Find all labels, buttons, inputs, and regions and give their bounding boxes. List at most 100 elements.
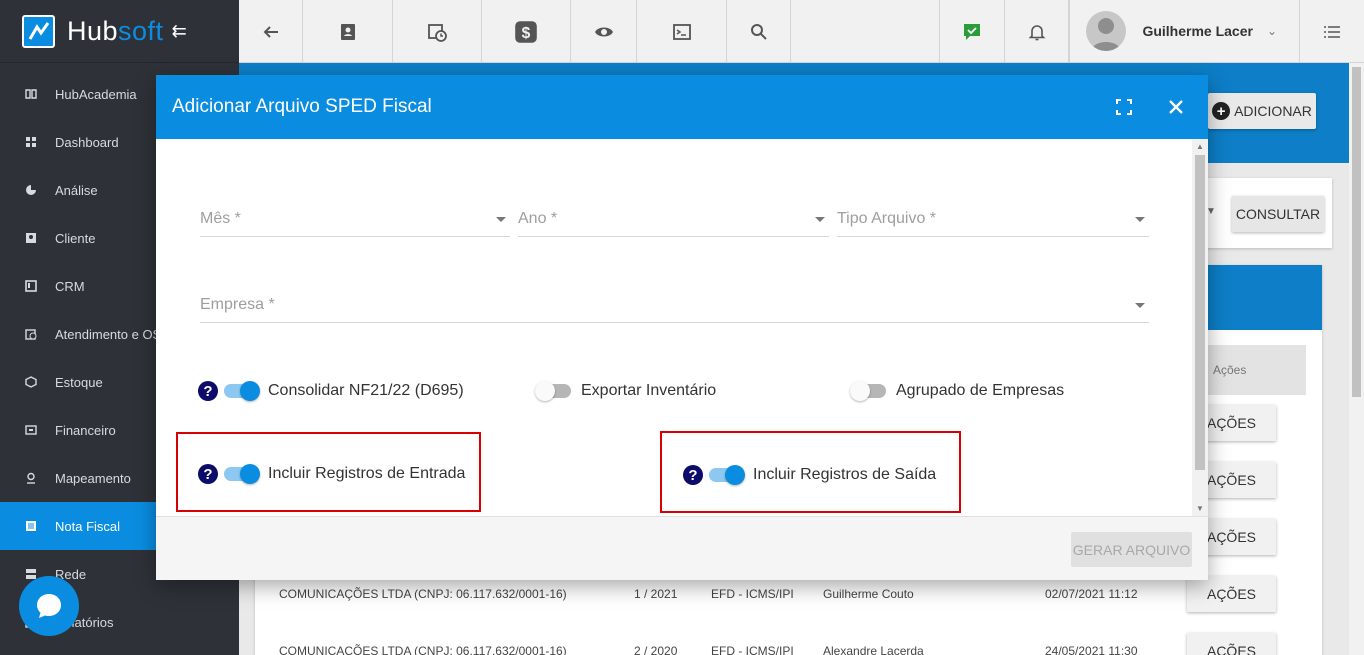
dialog-body: Mês * Ano * Tipo Arquivo * Empresa * ? C… (156, 139, 1208, 516)
saida-label: Incluir Registros de Saída (753, 466, 937, 483)
entrada-label: Incluir Registros de Entrada (268, 465, 466, 482)
consolidar-switch[interactable] (222, 381, 260, 401)
bell-icon (1028, 24, 1046, 40)
sidebar-item-label: Análise (55, 182, 98, 198)
tipo-arquivo-label: Tipo Arquivo * (837, 210, 937, 227)
plus-icon: + (1212, 102, 1231, 120)
sidebar-item-label: CRM (55, 278, 85, 294)
dialog-header: Adicionar Arquivo SPED Fiscal (156, 75, 1208, 139)
caret-down-icon (815, 217, 825, 222)
search-icon (750, 23, 767, 40)
inventario-switch[interactable] (535, 381, 573, 401)
consolidar-toggle-row: ? Consolidar NF21/22 (D695) (198, 381, 464, 401)
page-scrollbar[interactable] (1349, 63, 1364, 655)
chat-check-button[interactable] (939, 0, 1006, 63)
sidebar-item-label: HubAcademia (55, 86, 137, 102)
close-icon (1169, 100, 1183, 114)
add-button[interactable]: + ADICIONAR (1208, 93, 1316, 129)
map-pin-icon (25, 472, 37, 484)
dialog-scrollbar-thumb[interactable] (1195, 155, 1205, 470)
gerar-arquivo-button[interactable]: GERAR ARQUIVO (1071, 532, 1192, 567)
acoes-button[interactable]: AÇÕES (1187, 576, 1276, 612)
avatar (1086, 11, 1127, 51)
dialog-title: Adicionar Arquivo SPED Fiscal (172, 96, 432, 117)
user-name: Guilherme Lacer (1142, 23, 1253, 39)
agrupado-switch[interactable] (850, 381, 888, 401)
finance-button[interactable]: $ (482, 0, 571, 63)
sidebar-item-label: Dashboard (55, 134, 119, 150)
sidebar-item-label: Financeiro (55, 422, 116, 438)
logo-area: Hubsoft ⇇ (0, 0, 239, 63)
search-button[interactable] (727, 0, 791, 63)
chevron-down-icon: ⌄ (1266, 24, 1277, 38)
view-button[interactable] (571, 0, 637, 63)
agrupado-toggle-row: Agrupado de Empresas (850, 381, 1064, 401)
chat-check-icon (964, 23, 981, 40)
back-button[interactable] (239, 0, 303, 63)
mes-label: Mês * (200, 210, 241, 227)
sidebar-item-label: Atendimento e OS (55, 326, 162, 342)
dollar-icon: $ (515, 20, 537, 43)
dialog-scrollbar[interactable]: ▲ ▼ (1192, 139, 1208, 516)
agrupado-label: Agrupado de Empresas (896, 382, 1065, 399)
help-icon[interactable]: ? (198, 464, 218, 484)
eye-icon (594, 27, 613, 36)
sped-dialog: Adicionar Arquivo SPED Fiscal Mês * Ano … (156, 75, 1208, 580)
support-chat-button[interactable] (19, 576, 79, 636)
mes-select[interactable]: Mês * (200, 207, 510, 237)
saida-toggle-row: ? Incluir Registros de Saída (683, 465, 936, 485)
tipo-arquivo-select[interactable]: Tipo Arquivo * (837, 207, 1149, 237)
scroll-down-icon[interactable]: ▼ (1196, 504, 1204, 513)
id-card-icon (25, 232, 37, 244)
inventario-toggle-row: Exportar Inventário (535, 381, 716, 401)
ano-label: Ano * (518, 210, 558, 227)
calendar-clock-icon (428, 23, 447, 42)
entrada-switch[interactable] (222, 464, 260, 484)
help-icon[interactable]: ? (683, 465, 703, 485)
pie-chart-icon (25, 184, 37, 196)
inventario-label: Exportar Inventário (581, 382, 717, 399)
hubsoft-logo-icon (22, 14, 55, 48)
sidebar-item-label: Mapeamento (55, 470, 131, 486)
empresa-select[interactable]: Empresa * (200, 293, 1149, 323)
page-scrollbar-thumb[interactable] (1352, 67, 1361, 397)
schedule-button[interactable] (393, 0, 482, 63)
fullscreen-icon (1116, 99, 1132, 115)
fullscreen-button[interactable] (1098, 75, 1150, 139)
list-menu-button[interactable] (1300, 0, 1364, 63)
chat-bubble-icon (37, 594, 61, 618)
clock-calendar-icon (25, 328, 37, 340)
list-icon (1324, 25, 1340, 38)
ano-select[interactable]: Ano * (518, 207, 829, 237)
contact-button[interactable] (303, 0, 393, 63)
box-icon (25, 376, 37, 388)
close-button[interactable] (1150, 75, 1202, 139)
book-icon (25, 88, 37, 100)
notifications-button[interactable] (1005, 0, 1070, 63)
logo-text: Hubsoft (67, 15, 164, 46)
acoes-column-header: Ações (1195, 345, 1306, 395)
help-icon[interactable]: ? (198, 381, 218, 401)
sidebar-item-label: Estoque (55, 374, 103, 390)
acoes-button[interactable]: AÇÕES (1187, 633, 1276, 655)
money-icon (25, 424, 37, 436)
back-arrow-icon (263, 25, 278, 38)
sidebar-item-label: Nota Fiscal (55, 518, 121, 534)
collapse-sidebar-icon[interactable]: ⇇ (172, 21, 187, 42)
user-menu[interactable]: Guilherme Lacer ⌄ (1069, 0, 1300, 62)
saida-switch[interactable] (707, 465, 745, 485)
consultar-button[interactable]: CONSULTAR (1232, 196, 1324, 232)
caret-down-icon (1135, 303, 1145, 308)
caret-down-icon (1135, 217, 1145, 222)
board-icon (25, 280, 37, 292)
terminal-button[interactable] (637, 0, 727, 63)
entrada-toggle-row: ? Incluir Registros de Entrada (198, 464, 465, 484)
scroll-up-icon[interactable]: ▲ (1196, 142, 1204, 151)
contact-card-icon (340, 23, 355, 40)
topbar: $ Guilherme Lacer ⌄ (239, 0, 1364, 63)
svg-text:$: $ (522, 25, 531, 42)
dialog-footer: GERAR ARQUIVO (156, 516, 1208, 580)
sidebar-item-label: Cliente (55, 230, 96, 246)
document-icon (25, 520, 37, 532)
